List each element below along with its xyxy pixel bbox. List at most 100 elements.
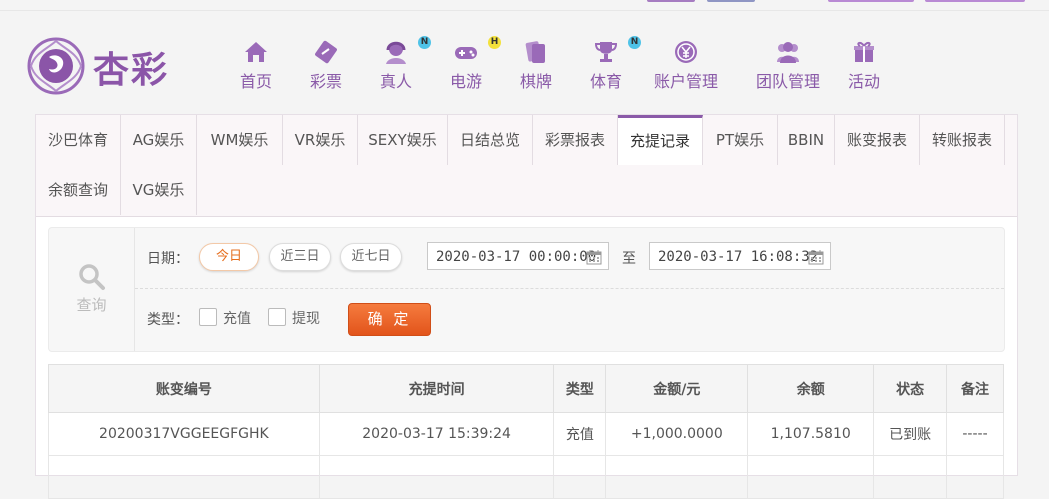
end-date-value: 2020-03-17 16:08:32 <box>658 249 819 265</box>
nav-slots[interactable]: H 电游 <box>440 36 501 98</box>
nav-label: 活动 <box>847 72 880 91</box>
tab-saba-sports[interactable]: 沙巴体育 <box>36 115 121 165</box>
col-header-status[interactable]: 状态 <box>873 364 948 413</box>
gift-icon <box>854 41 874 62</box>
team-icon <box>777 42 799 63</box>
nav-label: 棋牌 <box>519 72 552 91</box>
tab-lottery-report[interactable]: 彩票报表 <box>533 115 618 165</box>
top-button-3[interactable] <box>828 0 914 2</box>
hot-badge: H <box>488 36 501 49</box>
filter-box: 查询 日期： 今日 近三日 近七日 2020-03-17 00:00:00 至 … <box>48 227 1005 352</box>
nav-team[interactable]: 团队管理 <box>752 38 824 98</box>
nav-account[interactable]: 账户管理 <box>650 38 722 98</box>
new-badge: N <box>628 36 641 49</box>
range-3days-button[interactable]: 近三日 <box>269 243 331 271</box>
cell-remark: ----- <box>946 412 1004 456</box>
cards-icon <box>525 41 545 63</box>
filter-divider <box>135 288 1004 289</box>
nav-label: 彩票 <box>309 72 342 91</box>
nav-label: 体育 <box>589 72 622 91</box>
apricot-logo-icon <box>27 37 85 95</box>
trophy-icon <box>594 42 618 62</box>
table-row[interactable] <box>48 455 1004 499</box>
col-header-remark[interactable]: 备注 <box>946 364 1004 413</box>
nav-sports[interactable]: N 体育 <box>580 36 641 98</box>
deposit-label: 充值 <box>223 311 251 327</box>
nav-home[interactable]: 首页 <box>230 38 282 98</box>
top-button-1[interactable] <box>647 0 695 2</box>
withdraw-label: 提现 <box>292 311 320 327</box>
query-sidebar: 查询 <box>49 228 135 351</box>
tab-account-change-report[interactable]: 账变报表 <box>835 115 920 165</box>
cell-type: 充值 <box>553 412 607 456</box>
tab-sexy[interactable]: SEXY娱乐 <box>358 115 448 165</box>
cell-balance: 1,107.5810 <box>747 412 875 456</box>
deposit-checkbox[interactable]: 充值 <box>199 308 255 327</box>
range-today-button[interactable]: 今日 <box>199 243 259 271</box>
cell-empty <box>946 455 1004 499</box>
cell-empty <box>605 455 749 499</box>
tab-vr[interactable]: VR娱乐 <box>283 115 358 165</box>
cell-empty <box>48 455 320 499</box>
tab-daily-summary[interactable]: 日结总览 <box>448 115 533 165</box>
live-dealer-icon <box>386 41 406 64</box>
gamepad-icon <box>455 47 477 59</box>
cell-time: 2020-03-17 15:39:24 <box>318 412 555 456</box>
table-header-row: 账变编号 充提时间 类型 金额/元 余额 状态 备注 <box>48 364 1004 413</box>
confirm-button[interactable]: 确 定 <box>348 303 431 336</box>
tab-ag[interactable]: AG娱乐 <box>121 115 197 165</box>
start-date-value: 2020-03-17 00:00:00 <box>436 249 597 265</box>
nav-chess[interactable]: 棋牌 <box>510 38 562 98</box>
cell-empty <box>553 455 607 499</box>
tab-bbin[interactable]: BBIN <box>778 115 835 165</box>
calendar-icon[interactable] <box>586 249 602 265</box>
date-label: 日期： <box>147 251 189 267</box>
tab-transfer-report[interactable]: 转账报表 <box>920 115 1005 165</box>
end-date-input[interactable]: 2020-03-17 16:08:32 <box>649 242 831 270</box>
table-row[interactable]: 20200317VGGEEGFGHK 2020-03-17 15:39:24 充… <box>48 412 1004 456</box>
nav-lottery[interactable]: 彩票 <box>300 38 352 98</box>
tab-vg[interactable]: VG娱乐 <box>121 165 197 215</box>
tab-pt[interactable]: PT娱乐 <box>703 115 778 165</box>
brand-logo[interactable]: 杏彩 <box>25 35 185 97</box>
cell-empty <box>318 455 555 499</box>
main-nav: 首页 彩票 N 真人 H 电游 棋牌 N 体育 账户管理 团队管理 活动 <box>230 36 890 98</box>
calendar-icon[interactable] <box>808 249 824 265</box>
to-label: 至 <box>622 251 636 267</box>
col-header-time[interactable]: 充提时间 <box>318 364 555 413</box>
nav-label: 首页 <box>239 72 272 91</box>
nav-label: 团队管理 <box>755 72 820 91</box>
cell-txn-id: 20200317VGGEEGFGHK <box>48 412 320 456</box>
type-label: 类型： <box>147 312 189 328</box>
query-label: 查询 <box>76 296 107 314</box>
range-7days-button[interactable]: 近七日 <box>340 243 402 271</box>
col-header-type[interactable]: 类型 <box>553 364 607 413</box>
top-button-4[interactable] <box>925 0 1025 2</box>
cell-status: 已到账 <box>873 412 948 456</box>
nav-activity[interactable]: 活动 <box>838 38 890 98</box>
col-header-balance[interactable]: 余额 <box>747 364 875 413</box>
top-divider <box>0 10 1049 11</box>
withdraw-checkbox[interactable]: 提现 <box>268 308 324 327</box>
tab-wm[interactable]: WM娱乐 <box>197 115 283 165</box>
records-table: 账变编号 充提时间 类型 金额/元 余额 状态 备注 20200317VGGEE… <box>48 364 1004 499</box>
search-icon <box>79 264 105 290</box>
col-header-txn-id[interactable]: 账变编号 <box>48 364 320 413</box>
tab-deposit-withdraw[interactable]: 充提记录 <box>618 115 703 165</box>
nav-label: 真人 <box>379 72 412 91</box>
col-header-amount[interactable]: 金额/元 <box>605 364 749 413</box>
nav-label: 账户管理 <box>653 72 718 91</box>
home-icon <box>245 42 267 62</box>
start-date-input[interactable]: 2020-03-17 00:00:00 <box>427 242 609 270</box>
nav-label: 电游 <box>449 72 482 91</box>
tab-balance-query[interactable]: 余额查询 <box>36 165 121 215</box>
report-tabs: 沙巴体育 AG娱乐 WM娱乐 VR娱乐 SEXY娱乐 日结总览 彩票报表 充提记… <box>36 115 1017 217</box>
cell-empty <box>873 455 948 499</box>
checkbox-box <box>199 308 217 326</box>
nav-live[interactable]: N 真人 <box>370 36 431 98</box>
content-panel: 沙巴体育 AG娱乐 WM娱乐 VR娱乐 SEXY娱乐 日结总览 彩票报表 充提记… <box>35 114 1018 499</box>
top-button-2[interactable] <box>707 0 755 2</box>
cell-amount: +1,000.0000 <box>605 412 749 456</box>
new-badge: N <box>418 36 431 49</box>
lottery-ticket-icon <box>315 40 337 64</box>
